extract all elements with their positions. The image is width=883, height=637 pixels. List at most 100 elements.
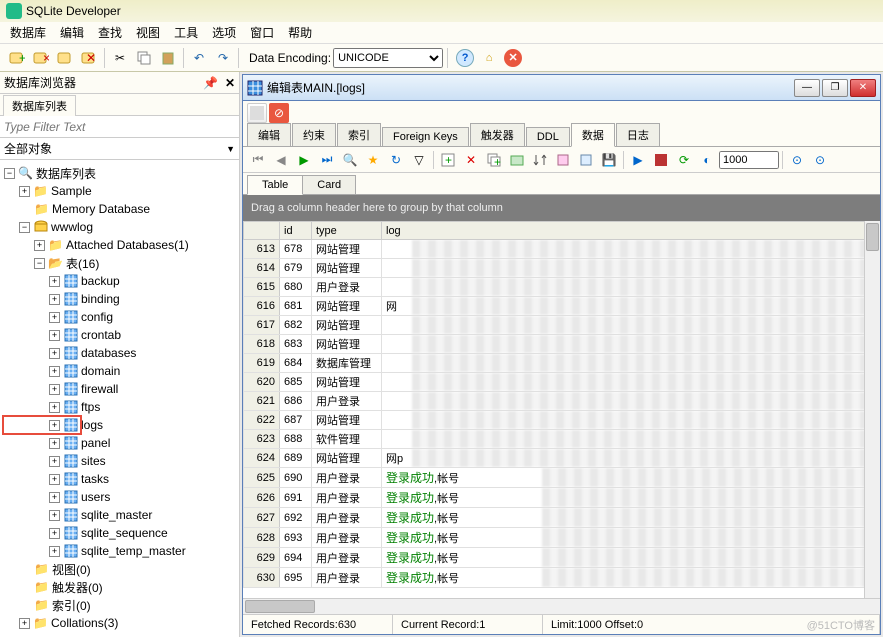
table-row[interactable]: 622687网站管理 (244, 411, 880, 430)
close-panel-icon[interactable]: ✕ (225, 76, 235, 90)
table-row[interactable]: 629694用户登录登录成功,帐号 (244, 548, 880, 568)
db-refresh-icon[interactable] (54, 47, 76, 69)
menu-window[interactable]: 窗口 (250, 24, 274, 41)
db-x-icon[interactable]: ✕ (78, 47, 100, 69)
node-tables[interactable]: 表(16) (66, 255, 99, 272)
expand-icon[interactable]: + (49, 348, 60, 359)
table-row[interactable]: 626691用户登录登录成功,帐号 (244, 488, 880, 508)
menu-options[interactable]: 选项 (212, 24, 236, 41)
expand-icon[interactable]: + (49, 456, 60, 467)
stop2-icon[interactable] (650, 149, 672, 171)
expand-icon[interactable]: + (49, 438, 60, 449)
table-row[interactable]: 630695用户登录登录成功,帐号 (244, 568, 880, 588)
table-row[interactable]: 617682网站管理 (244, 316, 880, 335)
paste-icon[interactable] (157, 47, 179, 69)
filter-input[interactable] (0, 116, 239, 137)
tree-table-backup[interactable]: +backup (4, 272, 239, 290)
tab-约束[interactable]: 约束 (292, 123, 336, 146)
menu-help[interactable]: 帮助 (288, 24, 312, 41)
view-tab-card[interactable]: Card (302, 175, 356, 194)
tab-db-list[interactable]: 数据库列表 (3, 95, 76, 116)
page-next-icon[interactable]: ⊙ (809, 149, 831, 171)
expand-icon[interactable]: + (49, 474, 60, 485)
table-row[interactable]: 619684数据库管理 (244, 354, 880, 373)
redo-icon[interactable]: ↷ (212, 47, 234, 69)
table-row[interactable]: 621686用户登录 (244, 392, 880, 411)
col-log[interactable]: log (382, 222, 880, 240)
next-icon[interactable]: ▶ (293, 149, 315, 171)
expand-icon[interactable]: + (49, 330, 60, 341)
tree-table-binding[interactable]: +binding (4, 290, 239, 308)
page-prev-icon[interactable]: ⊙ (786, 149, 808, 171)
expand-icon[interactable]: + (49, 528, 60, 539)
tree-table-sites[interactable]: +sites (4, 452, 239, 470)
node-collations[interactable]: Collations(3) (51, 616, 118, 630)
error-icon[interactable]: ✕ (504, 49, 522, 67)
scroll-thumb[interactable] (866, 223, 879, 251)
table-row[interactable]: 618683网站管理 (244, 335, 880, 354)
collapse-icon[interactable]: − (34, 258, 45, 269)
encoding-select[interactable]: UNICODE (333, 48, 443, 68)
expand-icon[interactable]: + (49, 492, 60, 503)
expand-icon[interactable]: + (34, 240, 45, 251)
bookmark-icon[interactable]: ★ (362, 149, 384, 171)
tab-索引[interactable]: 索引 (337, 123, 381, 146)
filter-icon[interactable]: ▽ (408, 149, 430, 171)
table-row[interactable]: 627692用户登录登录成功,帐号 (244, 508, 880, 528)
tree-table-sqlite_temp_master[interactable]: +sqlite_temp_master (4, 542, 239, 560)
collapse-icon[interactable]: − (4, 168, 15, 179)
tree-table-sqlite_sequence[interactable]: +sqlite_sequence (4, 524, 239, 542)
node-indexes[interactable]: 索引(0) (52, 597, 91, 614)
first-icon[interactable]: ⏮ (247, 149, 269, 171)
col-rownum[interactable] (244, 222, 280, 240)
db-remove-icon[interactable]: × (30, 47, 52, 69)
node-attached[interactable]: Attached Databases(1) (66, 238, 189, 252)
copy-icon[interactable] (133, 47, 155, 69)
duplicate-icon[interactable]: + (483, 149, 505, 171)
object-filter-combo[interactable]: 全部对象 ▼ (0, 138, 239, 160)
node-views[interactable]: 视图(0) (52, 561, 91, 578)
expand-icon[interactable]: + (49, 294, 60, 305)
stop-icon[interactable]: ⊘ (269, 103, 289, 123)
data-grid[interactable]: idtypelog 613678网站管理614679网站管理615680用户登录… (243, 221, 880, 588)
tab-数据[interactable]: 数据 (571, 123, 615, 147)
tree-table-config[interactable]: +config (4, 308, 239, 326)
node-sample[interactable]: Sample (51, 184, 92, 198)
add-row-icon[interactable]: + (437, 149, 459, 171)
scroll-thumb[interactable] (245, 600, 315, 613)
tab-编辑[interactable]: 编辑 (247, 123, 291, 146)
refresh2-icon[interactable]: ⟳ (673, 149, 695, 171)
menu-database[interactable]: 数据库 (10, 24, 46, 41)
save-icon[interactable] (247, 103, 267, 123)
tree-table-domain[interactable]: +domain (4, 362, 239, 380)
props1-icon[interactable] (552, 149, 574, 171)
table-row[interactable]: 623688软件管理 (244, 430, 880, 449)
horizontal-scrollbar[interactable] (243, 598, 880, 614)
expand-icon[interactable]: + (19, 186, 30, 197)
table-row[interactable]: 613678网站管理 (244, 240, 880, 259)
table-row[interactable]: 615680用户登录 (244, 278, 880, 297)
view-tab-table[interactable]: Table (247, 175, 303, 195)
tree-table-firewall[interactable]: +firewall (4, 380, 239, 398)
pin-icon[interactable]: 📌 (203, 76, 218, 90)
expand-icon[interactable]: + (49, 510, 60, 521)
tree-table-sqlite_master[interactable]: +sqlite_master (4, 506, 239, 524)
node-wwwlog[interactable]: wwwlog (51, 220, 93, 234)
tree-table-tasks[interactable]: +tasks (4, 470, 239, 488)
home-icon[interactable]: ⌂ (480, 49, 498, 67)
grid-area[interactable]: idtypelog 613678网站管理614679网站管理615680用户登录… (243, 221, 880, 598)
table-row[interactable]: 624689网站管理网p (244, 449, 880, 468)
subwin-titlebar[interactable]: 编辑表MAIN.[logs] — ❐ ✕ (243, 75, 880, 101)
menu-tools[interactable]: 工具 (174, 24, 198, 41)
maximize-button[interactable]: ❐ (822, 79, 848, 97)
expand-icon[interactable]: + (49, 312, 60, 323)
tree-root[interactable]: 数据库列表 (36, 165, 96, 182)
table-row[interactable]: 614679网站管理 (244, 259, 880, 278)
table-row[interactable]: 625690用户登录登录成功,帐号 (244, 468, 880, 488)
menu-edit[interactable]: 编辑 (60, 24, 84, 41)
limit-input[interactable] (719, 151, 779, 169)
close-button[interactable]: ✕ (850, 79, 876, 97)
tab-DDL[interactable]: DDL (526, 127, 570, 146)
minimize-button[interactable]: — (794, 79, 820, 97)
table-row[interactable]: 620685网站管理 (244, 373, 880, 392)
